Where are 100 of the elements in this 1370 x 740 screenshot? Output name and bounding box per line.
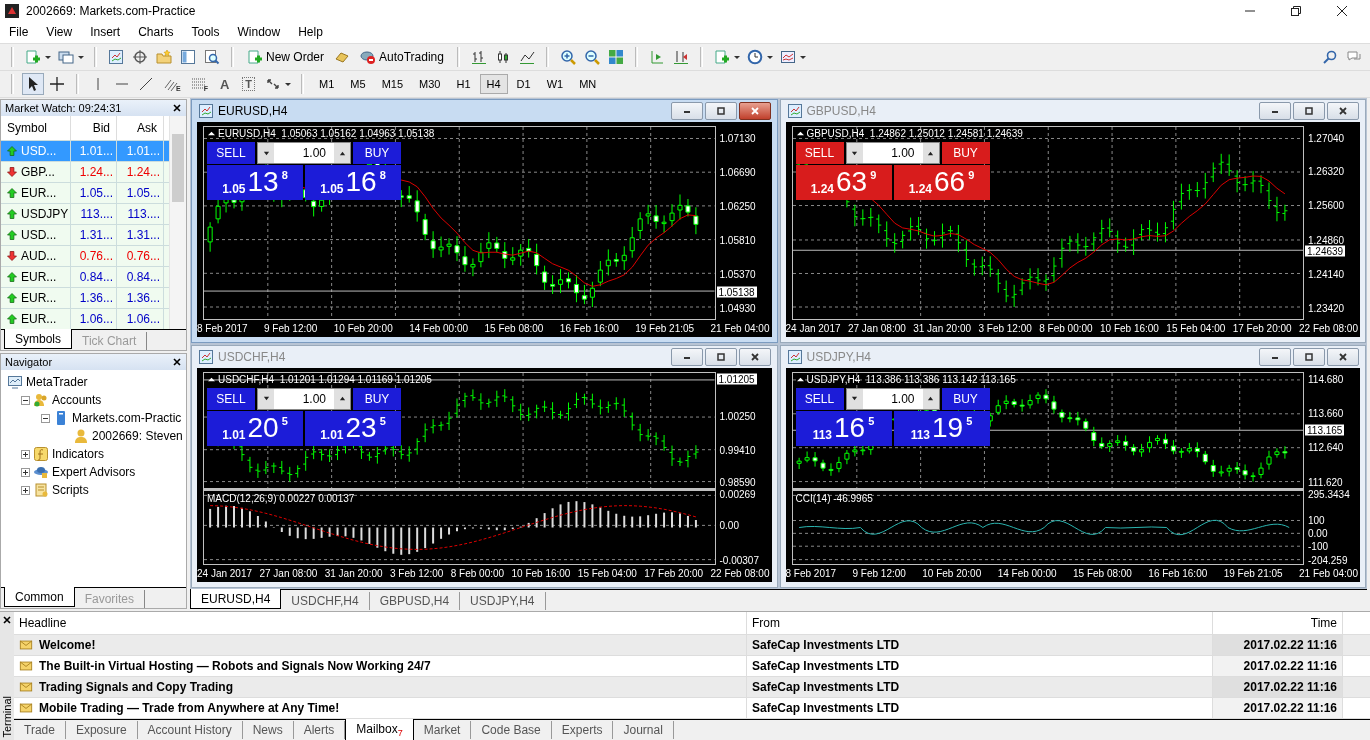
timeframe-button[interactable]: H1 — [450, 75, 477, 93]
increase-button[interactable] — [922, 143, 939, 163]
tree-item[interactable]: Scripts — [52, 483, 89, 497]
headline-cell[interactable]: The Built-in Virtual Hosting — Robots and Signals Now Working 24/7 — [39, 659, 431, 673]
headline-cell[interactable]: Mobile Trading — Trade from Anywhere at Any Time! — [39, 701, 340, 715]
symbol-row[interactable]: GBP... 1.24... 1.24... — [1, 162, 169, 183]
lot-size-spinner[interactable]: 1.00 — [845, 387, 940, 410]
buy-button[interactable]: BUY — [941, 142, 990, 164]
timeframe-button[interactable]: MN — [573, 75, 603, 93]
chart-tab[interactable]: GBPUSD,H4 — [369, 592, 461, 610]
lot-size-spinner[interactable]: 1.00 — [845, 142, 940, 164]
chart-tab[interactable]: USDCHF,H4 — [281, 592, 370, 610]
tree-item[interactable]: Expert Advisors — [52, 465, 136, 479]
buy-button[interactable]: BUY — [941, 387, 990, 410]
tree-item[interactable]: MetaTrader — [26, 375, 88, 389]
chart-window-icon[interactable] — [106, 47, 126, 67]
column-header[interactable]: Bid — [71, 116, 117, 140]
close-icon[interactable] — [173, 104, 181, 112]
close-icon[interactable] — [3, 616, 11, 624]
close-button[interactable] — [1327, 347, 1359, 366]
column-header[interactable]: Symbol — [1, 116, 71, 140]
scrollbar[interactable] — [169, 116, 186, 329]
expand-icon[interactable] — [21, 467, 30, 477]
panel-icon[interactable] — [178, 47, 198, 67]
text-tool-button[interactable]: T — [242, 77, 256, 91]
expand-icon[interactable] — [21, 449, 30, 459]
terminal-tab[interactable]: News — [242, 721, 294, 739]
increase-button[interactable] — [334, 143, 350, 163]
terminal-tab[interactable]: Mailbox$_{7}$ — [345, 719, 414, 740]
column-header[interactable]: From — [747, 612, 1213, 634]
column-header[interactable]: Headline — [14, 612, 747, 634]
minimize-button[interactable] — [670, 102, 703, 120]
tree-item[interactable]: Markets.com-Practic — [72, 411, 182, 425]
terminal-tab[interactable]: Journal — [613, 721, 674, 739]
menu-item[interactable]: View — [37, 25, 82, 39]
close-button[interactable] — [1327, 102, 1359, 120]
restore-icon[interactable] — [1290, 4, 1302, 17]
minimize-button[interactable] — [1259, 347, 1291, 366]
close-button[interactable] — [738, 102, 771, 120]
new-order-button[interactable]: New Order — [243, 47, 328, 67]
restore-button[interactable] — [704, 347, 737, 366]
increase-button[interactable] — [922, 388, 939, 409]
symbol-row[interactable]: AUD... 0.76... 0.76... — [1, 246, 169, 267]
symbol-row[interactable]: USD... 1.31... 1.31... — [1, 225, 169, 246]
crosshair-icon[interactable] — [47, 74, 67, 94]
column-header[interactable]: Ask — [117, 116, 164, 140]
tree-item[interactable]: Indicators — [52, 447, 105, 461]
timeframe-button[interactable]: D1 — [510, 75, 537, 93]
menu-item[interactable]: Help — [289, 25, 332, 39]
restore-button[interactable] — [1293, 347, 1325, 366]
timeframe-button[interactable]: M1 — [313, 75, 341, 93]
timeframe-button[interactable]: H4 — [480, 75, 507, 93]
decrease-button[interactable] — [258, 388, 274, 409]
symbol-row[interactable]: EUR... 1.05... 1.05... — [1, 183, 169, 204]
increase-button[interactable] — [334, 388, 350, 409]
terminal-tab[interactable]: Account History — [137, 721, 243, 739]
decrease-button[interactable] — [846, 388, 863, 409]
autotrading-button[interactable]: AutoTrading — [356, 47, 448, 67]
text-tool-button[interactable]: A — [214, 76, 235, 92]
sell-button[interactable]: SELL — [795, 142, 844, 164]
timeframe-button[interactable]: M5 — [344, 75, 372, 93]
column-header[interactable]: Time — [1213, 612, 1343, 634]
sell-button[interactable]: SELL — [207, 387, 255, 410]
panel-tab[interactable]: Symbols — [4, 329, 72, 349]
decrease-button[interactable] — [258, 143, 274, 163]
lot-size-spinner[interactable]: 1.00 — [257, 142, 351, 164]
collapse-icon[interactable] — [41, 413, 50, 423]
headline-cell[interactable]: Welcome! — [39, 638, 96, 652]
minimize-button[interactable] — [1259, 102, 1291, 120]
symbol-row[interactable]: USDJPY 113.... 113.... — [1, 204, 169, 225]
minimize-button[interactable] — [670, 347, 703, 366]
collapse-icon[interactable] — [21, 395, 30, 405]
terminal-tab[interactable]: Experts — [551, 721, 614, 739]
tree-item[interactable]: Accounts — [52, 393, 102, 407]
buy-button[interactable]: BUY — [353, 387, 401, 410]
restore-button[interactable] — [1293, 102, 1325, 120]
symbol-row[interactable]: EUR... 1.06... 1.06... — [1, 309, 169, 329]
menu-item[interactable]: Charts — [129, 25, 183, 39]
chart-tab[interactable]: EURUSD,H4 — [190, 589, 282, 609]
expand-icon[interactable] — [21, 485, 30, 495]
terminal-tab[interactable]: Market — [413, 721, 472, 739]
close-icon[interactable] — [1336, 4, 1348, 17]
terminal-tab[interactable]: Exposure — [65, 721, 138, 739]
restore-button[interactable] — [704, 102, 737, 120]
headline-cell[interactable]: Trading Signals and Copy Trading — [39, 680, 234, 694]
chart-tab[interactable]: USDJPY,H4 — [460, 592, 546, 610]
menu-item[interactable]: Insert — [81, 25, 130, 39]
menu-item[interactable]: Tools — [182, 25, 229, 39]
close-button[interactable] — [738, 347, 771, 366]
sell-button[interactable]: SELL — [207, 142, 255, 164]
buy-button[interactable]: BUY — [353, 142, 401, 164]
panel-tab[interactable]: Common — [4, 587, 75, 607]
symbol-row[interactable]: EUR... 0.84... 0.84... — [1, 267, 169, 288]
tree-item[interactable]: 2002669: Steven — [92, 429, 183, 443]
symbol-row[interactable]: EUR... 1.36... 1.36... — [1, 288, 169, 309]
crosshair-icon[interactable] — [130, 47, 150, 67]
lot-size-spinner[interactable]: 1.00 — [257, 387, 351, 410]
menu-item[interactable]: File — [0, 25, 38, 39]
menu-item[interactable]: Window — [228, 25, 290, 39]
timeframe-button[interactable]: W1 — [540, 75, 570, 93]
